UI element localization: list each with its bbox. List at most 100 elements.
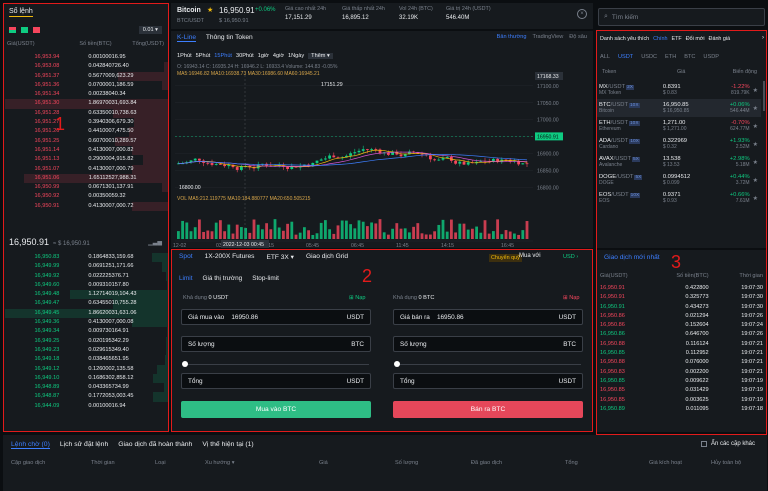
buy-price-input[interactable]: Giá mua vào 16950.86 USDT [181, 309, 371, 325]
tab-token-info[interactable]: Thông tin Token [206, 34, 253, 41]
tab-etf[interactable]: ETF 3X ▾ [266, 253, 294, 261]
favorite-star-icon[interactable]: ★ [753, 99, 758, 117]
view-basic[interactable]: Bản thường [497, 34, 527, 40]
orderbook-row[interactable]: 16,949.47 0.634550 10,755.28 [3, 299, 168, 309]
sell-slider[interactable] [397, 364, 581, 365]
both-view-icon[interactable] [9, 27, 16, 33]
sell-price-input[interactable]: Giá bán ra 16950.86 USDT [393, 309, 583, 325]
orderbook-row[interactable]: 16,951.26 0.441000 7,475.50 [3, 127, 168, 137]
buy-deposit-link[interactable]: ⊞ Nạp [349, 295, 366, 301]
checkbox-icon[interactable] [700, 441, 707, 447]
tab-spot[interactable]: Spot [179, 253, 193, 261]
orderbook-row[interactable]: 16,949.25 0.020195 342.29 [3, 336, 168, 346]
orderbook-row[interactable]: 16,949.60 0.009310 157.80 [3, 280, 168, 291]
interval-6[interactable]: 1Ngày [288, 53, 304, 59]
interval-2[interactable]: 15Phút [214, 53, 232, 59]
view-depth[interactable]: Độ sâu [569, 34, 587, 40]
orderbook-row[interactable]: 16,948.89 0.043365 734.99 [3, 383, 168, 393]
favorite-star-icon[interactable]: ★ [753, 81, 758, 99]
orderbook-row[interactable]: 16,951.27 0.394030 6,679.30 [3, 118, 168, 128]
market-row[interactable]: EOS/USDT 10X EOS 0.9371 $ 0.93 +0.66% 7.61M ★ [596, 189, 761, 207]
bids-view-icon[interactable] [21, 27, 28, 33]
interval-0[interactable]: 1Phút [177, 53, 192, 59]
hide-other-pairs[interactable]: Ẩn các cặp khác [700, 441, 755, 447]
favorite-star-icon[interactable]: ★ [753, 135, 758, 153]
orderbook-row[interactable]: 16,951.06 1.651125 27,988.31 [3, 173, 168, 184]
orders-column-9[interactable]: Hủy toàn bộ [711, 460, 741, 466]
orderbook-row[interactable]: 16,949.99 0.069125 1,171.66 [3, 262, 168, 272]
orderbook-row[interactable]: 16,949.12 0.126000 2,135.58 [3, 364, 168, 374]
market-tab-1[interactable]: Chính [653, 36, 667, 42]
precision-select[interactable]: 0.01 ▾ [138, 26, 162, 34]
orderbook-row[interactable]: 16,949.36 0.413000 7,000.08 [3, 318, 168, 328]
order-type-market[interactable]: Giá thị trường [203, 275, 243, 282]
orderbook-row[interactable]: 16,949.18 0.038465 651.95 [3, 355, 168, 365]
sell-slider-handle[interactable] [394, 361, 400, 367]
orderbook-row[interactable]: 16,951.25 0.607000 10,289.57 [3, 136, 168, 146]
orderbook-view-icons[interactable] [9, 27, 40, 33]
orderbook-row[interactable]: 16,951.37 0.567700 9,623.29 [3, 71, 168, 81]
quote-tab-1[interactable]: USDT [618, 54, 633, 60]
tab-futures[interactable]: 1X-200X Futures [205, 253, 255, 261]
favorite-star-icon[interactable]: ★ [753, 189, 758, 207]
market-row[interactable]: BTC/USDT 10X Bitcoin 16,950.85 $ 16,950.85 +0… [596, 99, 761, 117]
quote-tab-0[interactable]: ALL [600, 54, 610, 60]
orderbook-row[interactable]: 16,953.94 0.001000 16.95 [3, 53, 168, 63]
tab-kline[interactable]: K-Line [177, 34, 197, 42]
quote-tab-5[interactable]: USDP [703, 54, 719, 60]
market-tab-2[interactable]: ETF [672, 36, 682, 42]
sell-button[interactable]: Bán ra BTC [393, 401, 583, 418]
interval-1[interactable]: 5Phút [196, 53, 211, 59]
orderbook-row[interactable]: 16,951.34 0.002380 40.34 [3, 90, 168, 100]
orderbook-title[interactable]: Sổ lệnh [9, 8, 33, 17]
orders-tab-1[interactable]: Lịch sử đặt lệnh [60, 441, 108, 449]
view-tradingview[interactable]: TradingView [532, 34, 563, 40]
orderbook-row[interactable]: 16,951.14 0.413000 7,000.82 [3, 145, 168, 156]
orderbook-row[interactable]: 16,953.08 0.042840 726.40 [3, 62, 168, 72]
buy-button[interactable]: Mua vào BTC [181, 401, 371, 418]
orderbook-row[interactable]: 16,950.83 0.186483 3,159.68 [3, 253, 168, 263]
tab-grid[interactable]: Giao dịch Grid [306, 253, 348, 261]
currency-select[interactable]: USD › [563, 254, 578, 260]
quote-tab-4[interactable]: BTC [684, 54, 695, 60]
orders-column-3[interactable]: Xu hướng ▾ [205, 460, 235, 466]
market-row[interactable]: ETH/USDT 10X Ethereum 1,271.00 $ 1,271.00 -0.… [596, 117, 761, 135]
markets-scrollbar[interactable] [763, 81, 765, 111]
interval-7[interactable]: Thêm ▾ [308, 53, 333, 59]
orderbook-row[interactable]: 16,949.10 0.168630 2,858.12 [3, 373, 168, 384]
favorite-star-icon[interactable]: ★ [753, 171, 758, 189]
markets-next-icon[interactable]: › [762, 35, 764, 41]
interval-4[interactable]: 1giờ [258, 53, 269, 59]
favorite-star-icon[interactable]: ★ [753, 153, 758, 171]
market-row[interactable]: DOGE/USDT 5X DOGE 0.0994512 $ 0.099 +0.44% 3.7… [596, 171, 761, 189]
trades-title[interactable]: Giao dịch mới nhất [604, 254, 660, 261]
orderbook-row[interactable]: 16,951.36 0.070000 1,186.59 [3, 80, 168, 91]
orders-tab-0[interactable]: Lệnh chờ (0) [11, 441, 50, 449]
favorite-star-icon[interactable]: ★ [207, 6, 213, 14]
orderbook-row[interactable]: 16,944.09 0.001000 16.94 [3, 401, 168, 412]
search-box[interactable]: ⌕ Tìm kiếm [598, 8, 765, 26]
market-tab-4[interactable]: Đánh giá [709, 36, 731, 42]
orderbook-row[interactable]: 16,950.99 0.067130 1,137.91 [3, 183, 168, 193]
buy-qty-input[interactable]: Số lượng BTC [181, 336, 371, 352]
buy-total-input[interactable]: Tổng USDT [181, 373, 371, 389]
orderbook-row[interactable]: 16,948.87 0.177205 3,003.45 [3, 392, 168, 402]
order-type-stop-limit[interactable]: Stop-limit [252, 275, 279, 282]
market-row[interactable]: AVAX/USDT 5X Avalanche 13.538 $ 13.53 +2.98% 5… [596, 153, 761, 171]
candlestick-chart[interactable]: 17100.0017050.0017000.0016950.0016900.00… [171, 61, 593, 248]
market-row[interactable]: ADA/USDT 10X Cardano 0.322969 $ 0.32 +1.93% 2.… [596, 135, 761, 153]
market-row[interactable]: MX/USDT 2X MX Token 0.8391 $ 0.83 -1.22% 819.7… [596, 81, 761, 99]
orders-tab-3[interactable]: Vị thế hiện tại (1) [202, 441, 253, 449]
buy-slider-handle[interactable] [182, 361, 188, 367]
sell-deposit-link[interactable]: ⊞ Nạp [563, 295, 580, 301]
orders-tab-2[interactable]: Giao dịch đã hoàn thành [118, 441, 192, 449]
orderbook-row[interactable]: 16,951.30 1.869700 31,693.84 [3, 99, 168, 109]
orderbook-row[interactable]: 16,951.07 0.413000 7,000.79 [3, 164, 168, 174]
market-tab-3[interactable]: Đổi mới [686, 36, 705, 42]
interval-5[interactable]: 4giờ [273, 53, 284, 59]
interval-3[interactable]: 30Phút [236, 53, 254, 59]
orderbook-row[interactable]: 16,949.23 0.029615 349.40 [3, 345, 168, 356]
sell-qty-input[interactable]: Số lượng BTC [393, 336, 583, 352]
orderbook-row[interactable]: 16,949.48 1.127140 19,104.43 [3, 290, 168, 300]
close-icon[interactable]: × [577, 9, 587, 19]
